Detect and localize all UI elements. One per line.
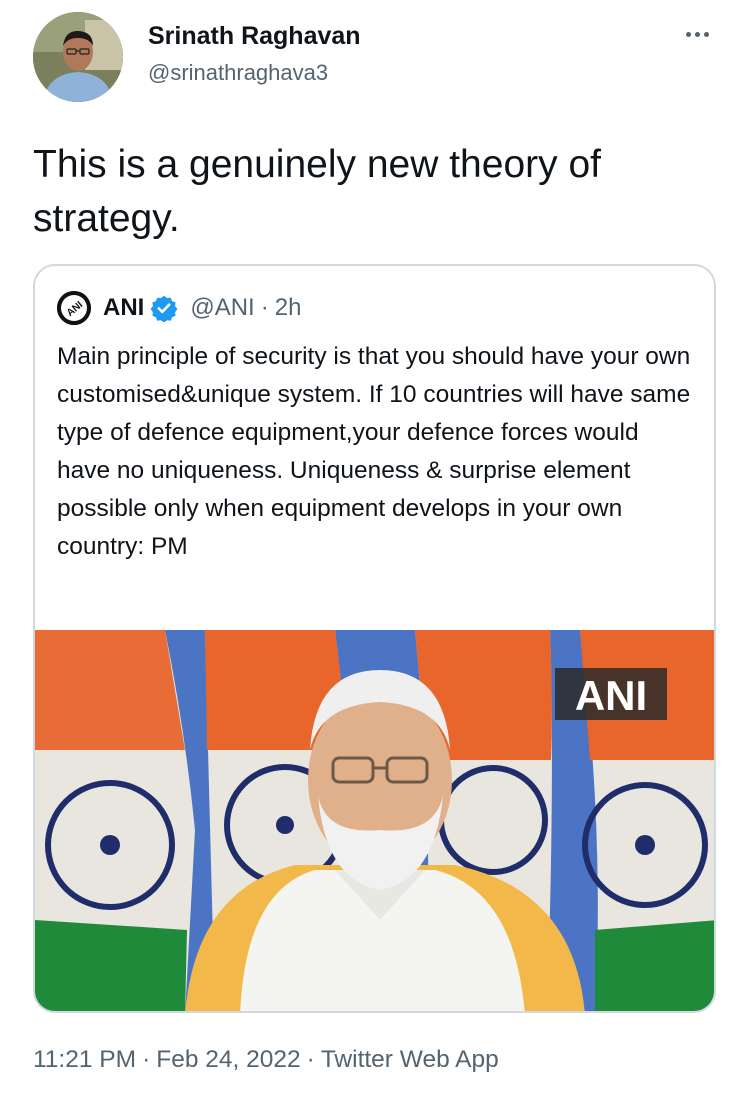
quoted-header: ANI ANI @ANI · 2h bbox=[57, 290, 301, 326]
meta-separator: · bbox=[306, 1046, 315, 1073]
quoted-tweet[interactable]: ANI ANI @ANI · 2h Main principle of secu… bbox=[33, 264, 716, 1013]
meta-separator: · bbox=[142, 1046, 151, 1073]
ani-logo-icon: ANI bbox=[57, 291, 91, 325]
quoted-avatar[interactable]: ANI bbox=[57, 291, 91, 325]
media-photo: ANI bbox=[35, 630, 714, 1011]
quoted-separator: · bbox=[260, 294, 269, 321]
more-dot bbox=[695, 32, 700, 37]
author-handle[interactable]: @srinathraghava3 bbox=[148, 60, 328, 86]
more-options-button[interactable] bbox=[684, 24, 718, 48]
author-name[interactable]: Srinath Raghavan bbox=[148, 22, 361, 51]
verified-badge-icon bbox=[150, 295, 178, 322]
avatar-photo bbox=[33, 12, 123, 102]
tweet-date[interactable]: Feb 24, 2022 bbox=[156, 1046, 300, 1073]
media-watermark: ANI bbox=[575, 672, 647, 719]
author-avatar[interactable] bbox=[33, 12, 123, 102]
more-horizontal-icon bbox=[686, 32, 691, 37]
tweet-time[interactable]: 11:21 PM bbox=[33, 1046, 136, 1073]
quoted-author-name[interactable]: ANI bbox=[103, 294, 144, 322]
more-dot bbox=[704, 32, 709, 37]
quoted-media-image[interactable]: ANI bbox=[35, 630, 714, 1011]
tweet-text: This is a genuinely new theory of strate… bbox=[33, 143, 601, 240]
tweet-source[interactable]: Twitter Web App bbox=[321, 1046, 499, 1073]
quoted-tweet-text: Main principle of security is that you s… bbox=[57, 343, 691, 560]
quoted-age[interactable]: 2h bbox=[275, 294, 302, 322]
quoted-author-handle[interactable]: @ANI bbox=[190, 294, 254, 322]
tweet-meta: 11:21 PM · Feb 24, 2022 · Twitter Web App bbox=[33, 1046, 499, 1074]
